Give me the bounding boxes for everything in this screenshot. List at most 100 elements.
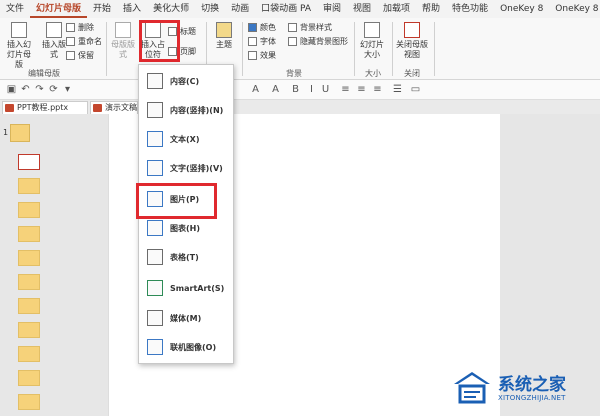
powerpoint-icon xyxy=(93,104,102,112)
effects-dropdown[interactable]: 效果 xyxy=(248,50,276,61)
underline-icon[interactable]: U xyxy=(320,84,331,95)
layout-thumbnail[interactable] xyxy=(18,226,40,242)
group-label-size: 大小 xyxy=(365,69,381,78)
menu-item-label: 内容(竖排)(N) xyxy=(170,105,224,115)
redo-icon[interactable]: ↷ xyxy=(34,84,45,95)
menu-item-table[interactable]: 表格(T) xyxy=(139,245,235,269)
list-icon[interactable]: ☰ xyxy=(392,84,403,95)
repeat-icon[interactable]: ⟳ xyxy=(48,84,59,95)
slide-number: 1 xyxy=(3,128,9,137)
table-placeholder-icon xyxy=(147,249,163,265)
menu-item-label: 表格(T) xyxy=(170,252,199,262)
rename-button[interactable]: 重命名 xyxy=(66,36,102,47)
hide-background-checkbox[interactable]: 隐藏背景图形 xyxy=(288,36,348,47)
tab-animations[interactable]: 动画 xyxy=(225,0,255,18)
colors-icon xyxy=(248,23,257,32)
shape-icon[interactable]: ▭ xyxy=(410,84,421,95)
tab-transitions[interactable]: 切换 xyxy=(195,0,225,18)
online-image-icon xyxy=(147,339,163,355)
layout-thumbnail[interactable] xyxy=(18,274,40,290)
layout-thumbnail[interactable] xyxy=(18,250,40,266)
menu-item-content-vertical[interactable]: 内容(竖排)(N) xyxy=(139,98,235,122)
tab-slide-master[interactable]: 幻灯片母版 xyxy=(30,0,88,18)
tab-features[interactable]: 特色功能 xyxy=(446,0,494,18)
italic-icon[interactable]: I xyxy=(306,84,317,95)
watermark-url: XITONGZHIJIA.NET xyxy=(498,394,566,402)
tab-insert[interactable]: 插入 xyxy=(117,0,147,18)
insert-layout-button[interactable]: 插入版式 xyxy=(40,22,68,60)
watermark-name: 系统之家 xyxy=(498,375,566,395)
layout-thumbnail[interactable] xyxy=(18,322,40,338)
dropdown-arrow-icon[interactable]: ▾ xyxy=(62,84,73,95)
slide-size-button[interactable]: 幻灯片大小 xyxy=(358,22,386,60)
doc-tab-presentation[interactable]: 演示文稿 xyxy=(90,101,138,114)
background-styles-icon xyxy=(288,23,297,32)
align-left-icon[interactable]: ≡ xyxy=(340,84,351,95)
layout-thumbnail[interactable] xyxy=(18,346,40,362)
hide-background-label: 隐藏背景图形 xyxy=(300,37,348,46)
close-master-view-button[interactable]: 关闭母版视图 xyxy=(396,22,428,60)
colors-dropdown[interactable]: 颜色 xyxy=(248,22,276,33)
bold-icon[interactable]: B xyxy=(290,84,301,95)
tab-file[interactable]: 文件 xyxy=(0,0,30,18)
group-separator xyxy=(106,22,107,76)
insert-master-button[interactable]: 插入幻灯片母版 xyxy=(2,22,36,70)
group-label-close: 关闭 xyxy=(404,69,420,78)
layout-thumbnail[interactable] xyxy=(18,298,40,314)
effects-icon xyxy=(248,51,257,60)
tab-onekey-plus[interactable]: OneKey 8 Plus xyxy=(549,0,600,18)
layout-thumbnail[interactable] xyxy=(18,202,40,218)
delete-icon xyxy=(66,23,75,32)
menu-item-label: 联机图像(O) xyxy=(170,342,217,352)
tab-review[interactable]: 审阅 xyxy=(317,0,347,18)
undo-icon[interactable]: ↶ xyxy=(20,84,31,95)
delete-button[interactable]: 删除 xyxy=(66,22,94,33)
tab-home[interactable]: 开始 xyxy=(87,0,117,18)
watermark: 系统之家 XITONGZHIJIA.NET xyxy=(450,368,598,414)
tab-help[interactable]: 帮助 xyxy=(416,0,446,18)
font-color-icon[interactable]: A xyxy=(270,84,281,95)
menu-item-content[interactable]: 内容(C) xyxy=(139,69,235,93)
slide-master-thumbnail[interactable] xyxy=(10,124,30,142)
tab-view[interactable]: 视图 xyxy=(347,0,377,18)
tab-onekey[interactable]: OneKey 8 xyxy=(494,0,549,18)
layout-thumbnail[interactable] xyxy=(18,394,40,410)
menu-item-smartart[interactable]: SmartArt(S) xyxy=(139,276,235,300)
layout-thumbnail-selected[interactable] xyxy=(18,154,40,170)
menu-item-text-vertical[interactable]: 文字(竖排)(V) xyxy=(139,156,235,180)
menu-item-chart[interactable]: 图表(H) xyxy=(139,216,235,240)
menu-item-label: 文本(X) xyxy=(170,134,200,144)
theme-icon xyxy=(216,22,232,38)
align-center-icon[interactable]: ≡ xyxy=(356,84,367,95)
tab-addins[interactable]: 加载项 xyxy=(377,0,416,18)
fonts-label: 字体 xyxy=(260,37,276,46)
background-styles-dropdown[interactable]: 背景样式 xyxy=(288,22,332,33)
master-layout-button[interactable]: 母版版式 xyxy=(110,22,136,60)
layout-thumbnail[interactable] xyxy=(18,370,40,386)
insert-master-label: 插入幻灯片母版 xyxy=(7,40,31,69)
insert-layout-label: 插入版式 xyxy=(42,40,66,59)
menu-item-online-image[interactable]: 联机图像(O) xyxy=(139,335,235,359)
menu-item-label: 媒体(M) xyxy=(170,313,202,323)
slide-thumbnail-panel: 1 xyxy=(0,114,100,416)
group-separator xyxy=(434,22,435,76)
font-size-icon[interactable]: A xyxy=(250,84,261,95)
tab-beautify[interactable]: 美化大师 xyxy=(147,0,195,18)
group-separator xyxy=(242,22,243,76)
ribbon: 插入幻灯片母版 插入版式 删除 重命名 保留 编辑母版 母版版式 插入占位符 标… xyxy=(0,18,600,80)
tab-pocket-animation[interactable]: 口袋动画 PA xyxy=(255,0,317,18)
picture-item-highlight xyxy=(136,183,217,219)
theme-button[interactable]: 主题 xyxy=(212,22,236,50)
layout-thumbnail[interactable] xyxy=(18,178,40,194)
smartart-placeholder-icon xyxy=(147,280,163,296)
menu-item-text[interactable]: 文本(X) xyxy=(139,127,235,151)
save-icon[interactable]: ▣ xyxy=(6,84,17,95)
menu-item-label: 图表(H) xyxy=(170,223,201,233)
insert-layout-icon xyxy=(46,22,62,38)
master-layout-icon xyxy=(115,22,131,38)
doc-tab-ppt-tutorial[interactable]: PPT教程.pptx xyxy=(2,101,88,114)
menu-item-media[interactable]: 媒体(M) xyxy=(139,306,235,330)
fonts-dropdown[interactable]: 字体 xyxy=(248,36,276,47)
preserve-button[interactable]: 保留 xyxy=(66,50,94,61)
align-right-icon[interactable]: ≡ xyxy=(372,84,383,95)
